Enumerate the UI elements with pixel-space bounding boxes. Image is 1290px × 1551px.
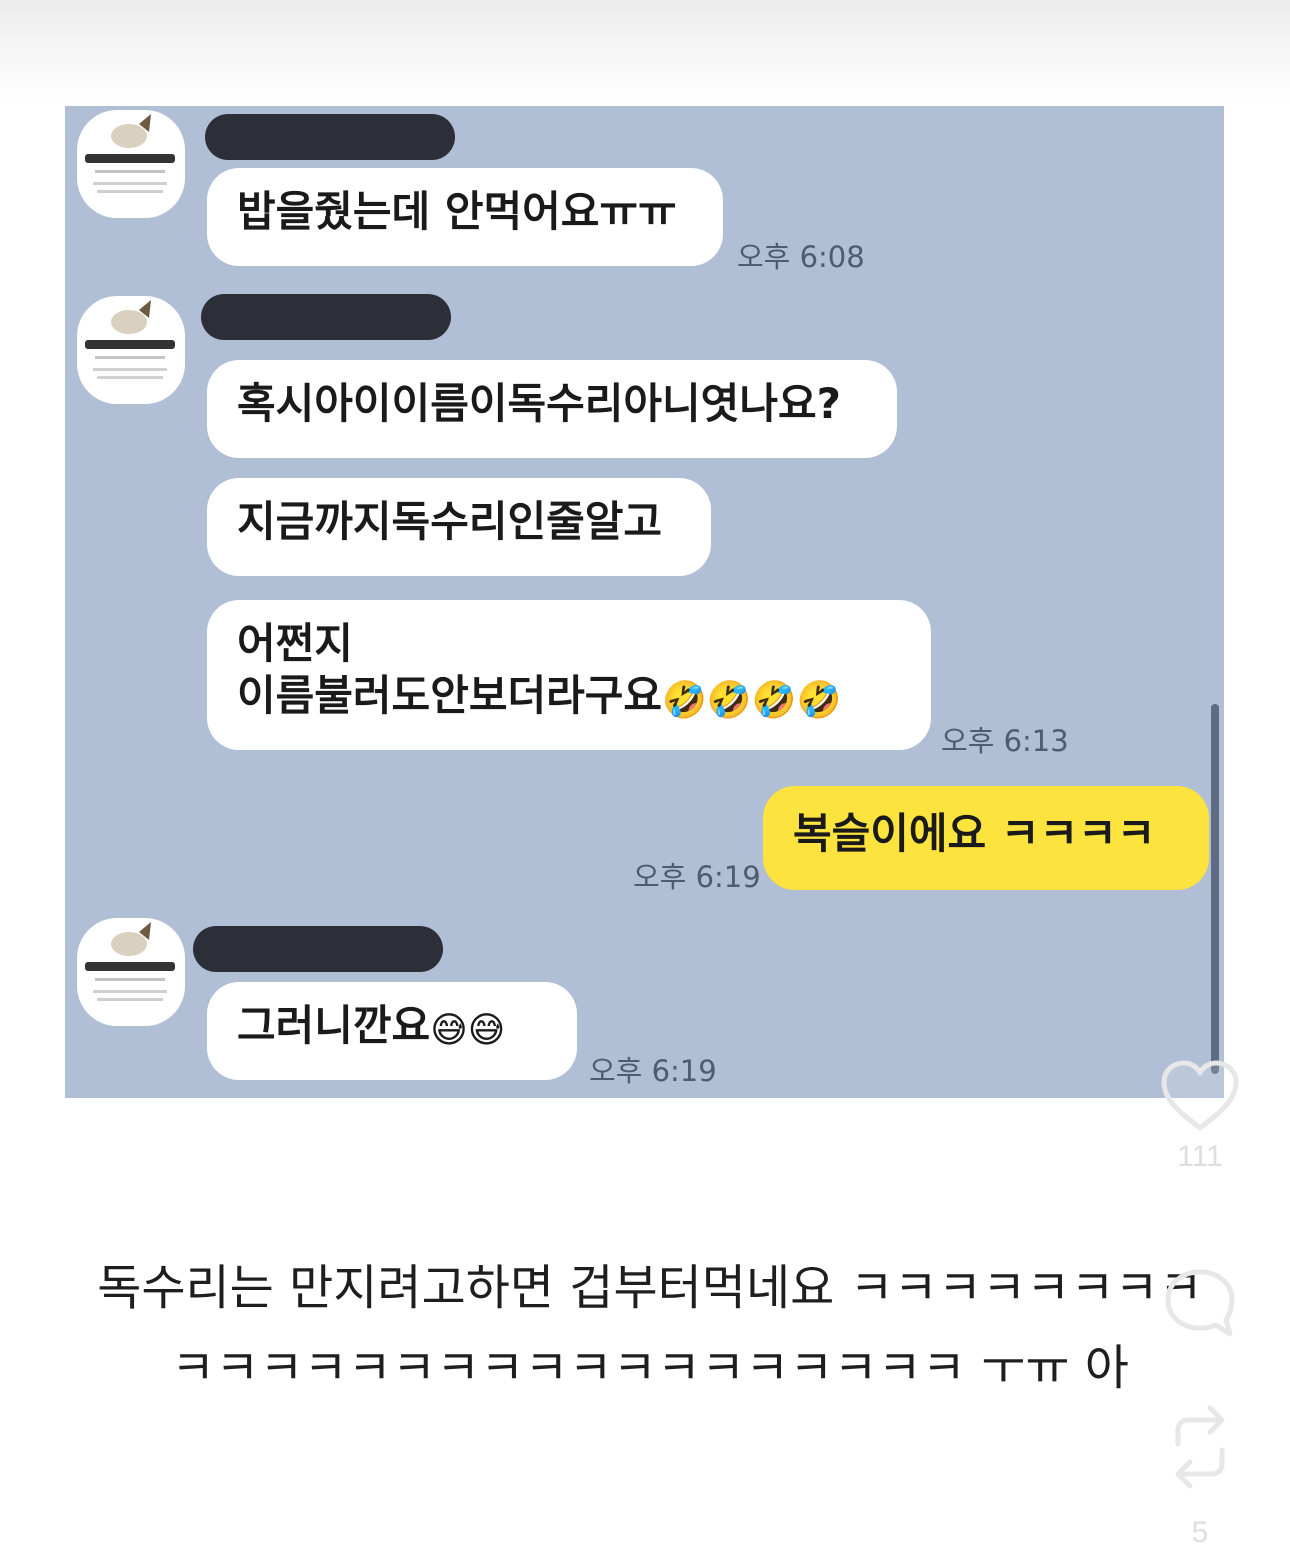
message-text: 어쩐지 [237,619,353,668]
redacted-name [193,926,443,972]
comment-icon [1165,1269,1235,1337]
profile-avatar [77,918,185,1026]
message-text: 밥을줬는데 안먹어요ㅠㅠ [237,187,677,236]
like-count: 111 [1177,1140,1223,1173]
redacted-name [205,114,455,160]
repost-icon [1175,1405,1225,1489]
message-bubble: 밥을줬는데 안먹어요ㅠㅠ [207,168,723,266]
rofl-emoji: 🤣🤣🤣🤣 [662,680,842,721]
message-text-line2: 이름불러도안보더라구요🤣🤣🤣🤣 [237,670,901,722]
message-time: 오후 6:19 [633,860,761,894]
message-time: 오후 6:19 [589,1054,717,1088]
redacted-name [201,294,451,340]
message-text: 지금까지독수리인줄알고 [237,497,663,546]
heart-icon [1161,1060,1239,1131]
message-bubble: 혹시아이이름이독수리아니엿나요? [207,360,897,458]
profile-avatar [77,296,185,404]
message-time: 오후 6:08 [737,240,865,274]
caption-line-2: ㅋㅋㅋㅋㅋㅋㅋㅋㅋㅋㅋㅋㅋㅋㅋㅋㅋㅋ ㅜㅠ 아 [171,1340,1129,1396]
like-button[interactable]: 111 [1150,1058,1250,1174]
message-text: 이름불러도안보더라구요 [237,671,663,720]
top-shade [0,0,1290,100]
message-text: 혹시아이이름이독수리아니엿나요? [237,379,841,428]
message-bubble: 그러니깐요😅😅 [207,982,577,1080]
message-text: 복슬이에요 ㅋㅋㅋㅋ [793,809,1156,858]
my-message-bubble: 복슬이에요 ㅋㅋㅋㅋ [763,786,1209,890]
caption-line-1: 독수리는 만지려고하면 겁부터먹네요 ㅋㅋㅋㅋㅋㅋㅋㅋ [97,1260,1203,1316]
message-time: 오후 6:13 [941,724,1069,758]
message-bubble: 지금까지독수리인줄알고 [207,478,711,576]
message-bubble: 어쩐지 이름불러도안보더라구요🤣🤣🤣🤣 [207,600,931,750]
sweat-smile-emoji: 😅😅 [430,1010,506,1051]
chat-screenshot: 밥을줬는데 안먹어요ㅠㅠ 오후 6:08 혹시아이이름이독수리아니엿나요? 지금… [65,106,1224,1098]
chat-scrollbar [1211,704,1219,1074]
comment-button[interactable] [1150,1266,1250,1342]
repost-count: 5 [1191,1516,1209,1549]
message-text: 그러니깐요 [237,1001,431,1050]
post-caption: 독수리는 만지려고하면 겁부터먹네요 ㅋㅋㅋㅋㅋㅋㅋㅋ ㅋㅋㅋㅋㅋㅋㅋㅋㅋㅋㅋㅋ… [60,1248,1240,1408]
profile-avatar [77,110,185,218]
repost-button[interactable]: 5 [1150,1400,1250,1550]
message-text-line: 그러니깐요😅😅 [237,1000,547,1052]
